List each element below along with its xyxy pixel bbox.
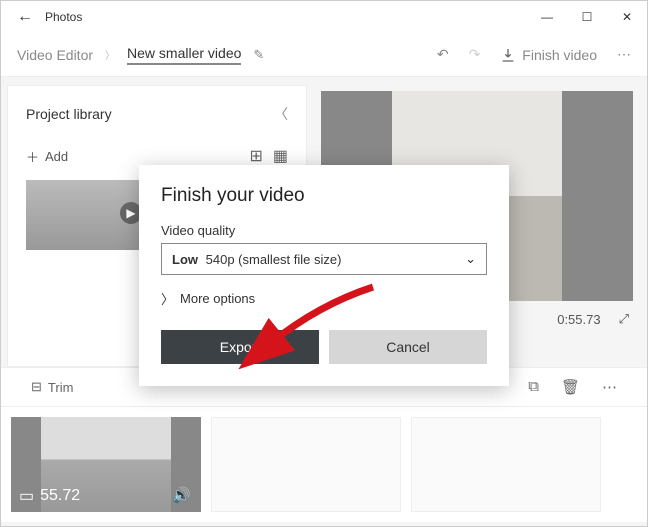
dialog-title: Finish your video bbox=[161, 185, 487, 207]
modal-overlay: Finish your video Video quality Low 540p… bbox=[1, 1, 647, 526]
chevron-down-icon: ⌄ bbox=[465, 251, 476, 267]
more-options-toggle[interactable]: 〉 More options bbox=[161, 289, 487, 308]
video-quality-select[interactable]: Low 540p (smallest file size) ⌄ bbox=[161, 243, 487, 275]
quality-label: Video quality bbox=[161, 223, 487, 238]
export-button[interactable]: Export bbox=[161, 330, 319, 364]
cancel-button[interactable]: Cancel bbox=[329, 330, 487, 364]
finish-video-dialog: Finish your video Video quality Low 540p… bbox=[139, 165, 509, 386]
chevron-right-icon: 〉 bbox=[161, 289, 174, 308]
